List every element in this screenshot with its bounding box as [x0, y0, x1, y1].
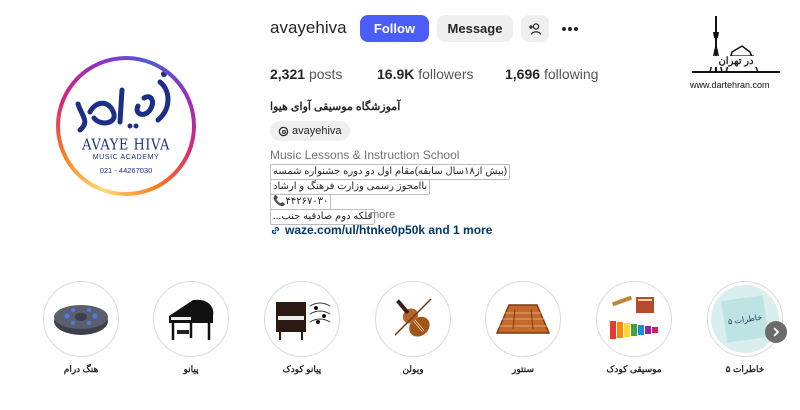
more-dots-icon [562, 26, 578, 31]
highlight-label: سنتور [512, 364, 534, 374]
highlight-label: هنگ درام [63, 364, 99, 374]
handpan-icon [54, 305, 108, 335]
violin-icon [394, 298, 432, 337]
highlight-piano[interactable]: پیانو [151, 281, 231, 375]
profile-avatar[interactable]: AVAYE HIVA MUSIC ACADEMY 021 - 44267030 [56, 56, 196, 196]
grand-piano-icon [169, 299, 214, 340]
profile-link[interactable]: waze.com/ul/htnke0p50k and 1 more [270, 223, 492, 237]
threads-handle: avayehiva [292, 125, 342, 137]
highlight-label: پیانو کودک [282, 364, 322, 374]
bio-line-3: ۴۴۲۶۷۰۳۰📞 [270, 194, 332, 210]
highlight-handpan[interactable]: هنگ درام [41, 281, 121, 375]
person-add-icon [529, 22, 542, 35]
followers-value: 16.9K [377, 66, 415, 82]
bio-line-2: باامجوز رسمی وزارت فرهنگ و ارشاد [270, 179, 431, 195]
highlight-label: ویولن [402, 364, 424, 374]
highlight-santur[interactable]: سنتور [483, 281, 563, 375]
following-label: following [543, 66, 599, 82]
highlight-cover [47, 285, 115, 353]
message-button[interactable]: Message [437, 15, 513, 42]
santur-icon [495, 304, 551, 334]
highlight-label: خاطرات ۵ [725, 364, 765, 374]
highlight-ring [375, 281, 451, 357]
watermark-logo: در تهران [690, 12, 782, 81]
kids-instruments-icon [610, 295, 658, 339]
posts-label: posts [308, 66, 343, 82]
follow-button[interactable]: Follow [360, 15, 429, 42]
profile-link-text: waze.com/ul/htnke0p50k and 1 more [285, 223, 493, 237]
highlight-cover [379, 285, 447, 353]
highlights-next-button[interactable] [765, 321, 787, 343]
bio-line-1: (بیش از۱۸سال سابقه)مقام اول دو دوره جشنو… [270, 164, 511, 180]
highlight-ring [264, 281, 340, 357]
highlight-label: موسیقی کودک [606, 364, 662, 374]
bio-more-link[interactable]: more [370, 209, 395, 221]
followers-count[interactable]: 16.9K followers [377, 66, 474, 82]
more-options-button[interactable] [556, 15, 584, 42]
logo-script-graphic [75, 71, 171, 133]
following-value: 1,696 [505, 66, 541, 82]
watermark-url: www.dartehran.com [690, 80, 770, 90]
highlight-kids-music[interactable]: موسیقی کودک [594, 281, 674, 375]
highlight-ring [485, 281, 561, 357]
logo-name: AVAYE HIVA [82, 136, 170, 155]
chevron-right-icon [773, 327, 780, 337]
memories-cover-text: خاطرات ۵ [727, 312, 763, 326]
threads-badge[interactable]: avayehiva [270, 121, 350, 141]
threads-icon [278, 126, 289, 136]
highlight-cover [268, 285, 336, 353]
following-count[interactable]: 1,696 following [505, 66, 598, 82]
memories-icon: خاطرات ۵ [721, 295, 769, 343]
followers-label: followers [418, 66, 474, 82]
logo-phone: 021 - 44267030 [99, 166, 153, 175]
highlight-ring: خاطرات ۵ [707, 281, 783, 357]
bio-display-name: آموزشگاه موسیقی آوای هیوا [270, 101, 401, 113]
highlight-cover [600, 285, 668, 353]
highlight-label: پیانو [183, 364, 199, 374]
profile-username: avayehiva [270, 18, 347, 37]
logo-subtitle: MUSIC ACADEMY [92, 154, 160, 161]
highlight-violin[interactable]: ویولن [373, 281, 453, 375]
posts-value: 2,321 [270, 66, 306, 82]
highlight-ring [596, 281, 672, 357]
posts-count: 2,321 posts [270, 66, 342, 82]
highlight-cover [489, 285, 557, 353]
highlight-cover: خاطرات ۵ [711, 285, 779, 353]
add-user-button[interactable] [521, 15, 549, 42]
highlight-ring [43, 281, 119, 357]
link-icon [271, 226, 280, 234]
profile-category: Music Lessons & Instruction School [270, 148, 460, 162]
highlight-ring [153, 281, 229, 357]
highlight-cover [157, 285, 225, 353]
kids-piano-icon [276, 302, 331, 340]
avatar-logo: AVAYE HIVA MUSIC ACADEMY 021 - 44267030 [60, 60, 192, 192]
watermark-title: در تهران [690, 56, 782, 67]
highlight-kids-piano[interactable]: پیانو کودک [262, 281, 342, 375]
